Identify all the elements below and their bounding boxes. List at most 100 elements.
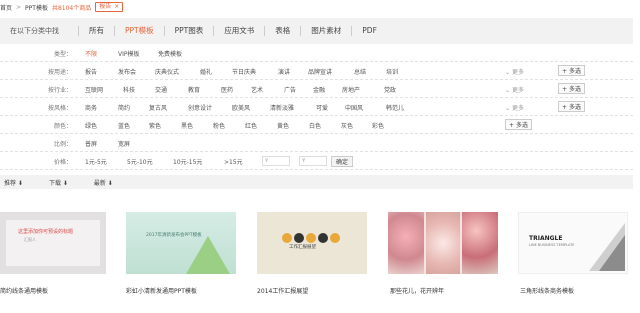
filter-option[interactable]: 紫色 (149, 121, 161, 130)
filter-option[interactable]: 白色 (309, 121, 321, 130)
filter-option[interactable]: 婚礼 (200, 67, 212, 76)
tab-image-assets[interactable]: 图片素材 (300, 26, 351, 36)
product-caption[interactable]: 简约线条通用模板 (0, 286, 48, 295)
category-bar: 在以下分类中找 所有 PPT模板 PPT图表 应用文书 表格 图片素材 PDF (0, 18, 633, 44)
product-count: 共8104个商品 (51, 4, 92, 12)
filter-option[interactable]: 5元-10元 (127, 157, 153, 166)
filter-option[interactable]: 品牌宣讲 (308, 67, 332, 76)
close-icon[interactable]: × (114, 3, 119, 11)
filter-option[interactable]: 创意设计 (188, 103, 212, 112)
active-filter-tag[interactable]: 报告 × (95, 2, 124, 12)
leaf-dots-decoration (282, 233, 340, 243)
product-caption[interactable]: 三角形线条商务模板 (520, 286, 574, 295)
breadcrumb-home-link[interactable]: 首页 (0, 3, 12, 12)
price-min-input[interactable]: ¥ (262, 156, 290, 166)
filter-option[interactable]: 彩色 (372, 121, 384, 130)
more-toggle[interactable]: ⌄ 更多 (505, 85, 524, 94)
product-thumbnail[interactable]: 这里添加你可预设的标题 汇报人 (0, 212, 106, 274)
product-thumbnail[interactable] (388, 212, 498, 274)
filter-option[interactable]: 中国风 (345, 103, 363, 112)
filter-option[interactable]: 简约 (118, 103, 130, 112)
filter-option[interactable]: 节日庆典 (232, 67, 256, 76)
price-confirm-button[interactable]: 确定 (331, 156, 353, 167)
sort-newest[interactable]: 最新 ⬇ (78, 178, 123, 187)
price-max-input[interactable]: ¥ (299, 156, 327, 166)
filter-option[interactable]: VIP模板 (118, 49, 140, 58)
sort-recommended[interactable]: 推荐 ⬇ (0, 178, 33, 187)
filter-label: 颜色： (53, 123, 72, 130)
product-caption[interactable]: 那些花儿，花开辨年 (390, 286, 444, 295)
tab-all[interactable]: 所有 (78, 26, 114, 36)
filter-option[interactable]: 互联网 (85, 85, 103, 94)
filter-option[interactable]: 免费模板 (158, 49, 182, 58)
multi-select-button[interactable]: + 多选 (558, 65, 585, 76)
product-caption[interactable]: 彩虹小清新发通用PPT模板 (126, 286, 197, 295)
filter-option[interactable]: 黄色 (277, 121, 289, 130)
flower-photo (426, 212, 460, 274)
filter-option[interactable]: 广告 (284, 85, 296, 94)
filter-option[interactable]: 红色 (245, 121, 257, 130)
breadcrumb-current[interactable]: PPT模板 (25, 3, 48, 12)
filter-option[interactable]: 清新淡雅 (270, 103, 294, 112)
filter-option[interactable]: 党政 (384, 85, 396, 94)
filter-option[interactable]: 不限 (85, 49, 97, 58)
product-caption[interactable]: 2014工作汇报展望 (257, 286, 308, 295)
sort-downloads[interactable]: 下载 ⬇ (33, 178, 78, 187)
filter-option[interactable]: 黑色 (181, 121, 193, 130)
thumbnail-subtitle: 汇报人 (24, 237, 36, 242)
product-thumbnail[interactable]: TRIANGLE LINE BUSINESS TEMPLATE (518, 212, 628, 274)
filter-option[interactable]: 报告 (85, 67, 97, 76)
product-thumbnail[interactable]: 2017年清新发布会PPT模板 (126, 212, 236, 274)
tab-ppt-templates[interactable]: PPT模板 (114, 26, 164, 36)
thumbnail-title: 2017年清新发布会PPT模板 (146, 233, 202, 238)
filter-option[interactable]: 欧美风 (232, 103, 250, 112)
filter-option[interactable]: 金融 (313, 85, 325, 94)
filter-option[interactable]: 蓝色 (118, 121, 130, 130)
filter-row-ratio: 比例： 普屏 宽屏 (0, 134, 633, 152)
triangle-shape (599, 235, 625, 271)
filter-option[interactable]: 教育 (188, 85, 200, 94)
filter-option[interactable]: 培训 (386, 67, 398, 76)
filter-option[interactable]: 艺术 (251, 85, 263, 94)
filter-row-price: 价格： 1元-5元 5元-10元 10元-15元 >15元 ¥ ¥ 确定 (0, 152, 633, 170)
thumbnail-subtitle: LINE BUSINESS TEMPLATE (529, 243, 575, 247)
filter-option[interactable]: 1元-5元 (85, 157, 107, 166)
filter-option[interactable]: 商务 (85, 103, 97, 112)
filter-option[interactable]: 粉色 (213, 121, 225, 130)
filter-option[interactable]: 绿色 (85, 121, 97, 130)
filter-option[interactable]: >15元 (224, 157, 243, 166)
multi-select-button[interactable]: + 多选 (558, 101, 585, 112)
filter-option[interactable]: 科技 (123, 85, 135, 94)
tab-spreadsheets[interactable]: 表格 (264, 26, 300, 36)
filter-option[interactable]: 庆典仪式 (155, 67, 179, 76)
filter-option[interactable]: 灰色 (341, 121, 353, 130)
tab-ppt-charts[interactable]: PPT图表 (163, 26, 214, 36)
thumbnail-title: 工作汇报展望 (289, 245, 316, 250)
tab-pdf[interactable]: PDF (351, 26, 387, 36)
filter-option[interactable]: 普屏 (85, 139, 97, 148)
sort-bar: 推荐 ⬇ 下载 ⬇ 最新 ⬇ (0, 175, 633, 189)
filter-option[interactable]: 医药 (221, 85, 233, 94)
tab-documents[interactable]: 应用文书 (213, 26, 264, 36)
more-toggle[interactable]: ⌄ 更多 (505, 103, 524, 112)
more-toggle[interactable]: ⌄ 更多 (505, 67, 524, 76)
multi-select-button[interactable]: + 多选 (558, 83, 585, 94)
filter-row-industry: 按行业： 互联网 科技 交通 教育 医药 艺术 广告 金融 房地产 党政 ⌄ 更… (0, 80, 633, 98)
breadcrumb-separator: > (16, 3, 22, 11)
flower-photo (462, 212, 498, 274)
filter-option[interactable]: 宽屏 (118, 139, 130, 148)
filter-option[interactable]: 交通 (155, 85, 167, 94)
filter-option[interactable]: 10元-15元 (173, 157, 202, 166)
filter-option[interactable]: 演讲 (278, 67, 290, 76)
multi-select-button[interactable]: + 多选 (505, 119, 532, 130)
filter-option[interactable]: 发布会 (118, 67, 136, 76)
filter-label: 类型： (53, 51, 72, 58)
thumbnail-title: TRIANGLE (529, 235, 563, 242)
filter-option[interactable]: 总结 (354, 67, 366, 76)
filter-option[interactable]: 韩范儿 (386, 103, 404, 112)
product-thumbnail[interactable]: 工作汇报展望 (257, 212, 367, 274)
filter-option[interactable]: 可爱 (316, 103, 328, 112)
filter-option[interactable]: 房地产 (342, 85, 360, 94)
filter-label: 按行业： (47, 87, 72, 94)
filter-option[interactable]: 复古风 (149, 103, 167, 112)
